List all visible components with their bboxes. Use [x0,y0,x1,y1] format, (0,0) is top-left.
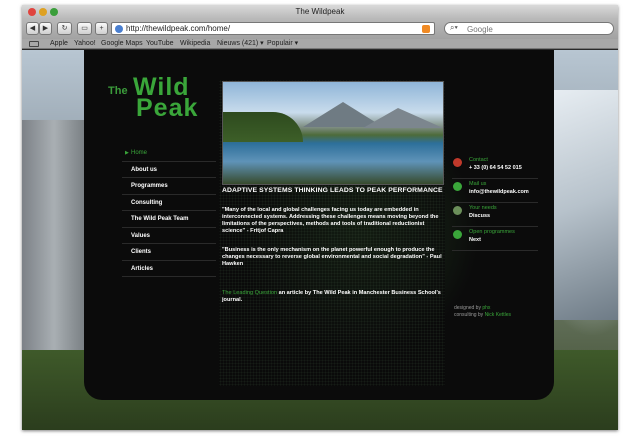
quote-hawken: "Business is the only mechanism on the p… [222,247,442,267]
arrow-right-icon: ▶ [125,150,129,156]
nav-item-programmes[interactable]: Programmes [122,178,216,195]
globe-icon [115,25,123,33]
nav-item-about-us[interactable]: About us [122,162,216,178]
plus-icon: + [99,25,104,32]
article-teaser: The Leading Question an article by The W… [222,290,445,304]
rss-icon[interactable] [422,25,430,33]
bookmark-nieuws[interactable]: Nieuws (421) ▾ [217,39,264,49]
person-icon [453,206,462,215]
article-link[interactable]: The Leading Question [222,290,277,296]
hero-mountain-2 [363,108,443,128]
bookmark-populair[interactable]: Populair ▾ [267,39,298,49]
contact-item-phone[interactable]: Contact + 33 (0) 64 54 52 015 [452,155,538,179]
web-page: The Wild Peak ▶ Home About us Programmes … [22,50,618,430]
browser-toolbar: ◀ ▶ ↻ ▭ + http://thewildpeak.com/home/ ⌕… [22,19,618,39]
credit-designer-link[interactable]: phx [482,305,490,311]
nav-item-values[interactable]: Values [122,228,216,244]
contact-item-mail[interactable]: Mail us info@thewildpeak.com [452,179,538,203]
url-text: http://thewildpeak.com/home/ [126,24,231,33]
site-credits: designed by phx consulting by Nick Kettl… [454,305,511,318]
mail-icon [453,182,462,191]
credit-consulting-by: consulting by [454,311,484,318]
phone-icon [453,158,462,167]
bookmarks-bar: Apple Yahoo! Google Maps YouTube Wikiped… [22,39,618,49]
add-bookmark-button[interactable]: + [95,22,108,35]
nav-item-team[interactable]: The Wild Peak Team [122,211,216,228]
nav-item-clients[interactable]: Clients [122,244,216,261]
contact-label: Your needs [469,205,497,211]
forward-button[interactable]: ▶ [39,22,52,35]
contact-item-needs[interactable]: Your needs Discuss [452,203,538,227]
logo-the: The [108,85,128,97]
logo-peak: Peak [136,94,199,122]
bookmark-google-maps[interactable]: Google Maps [101,39,143,49]
search-icon: ⌕▾ [450,23,458,32]
bookmark-yahoo[interactable]: Yahoo! [74,39,96,49]
quote-capra: "Many of the local and global challenges… [222,207,439,234]
search-field[interactable]: ⌕▾ [444,22,614,35]
contact-item-programmes[interactable]: Open programmes Next [452,227,538,251]
back-button[interactable]: ◀ [26,22,39,35]
main-nav: ▶ Home About us Programmes Consulting The… [122,145,216,277]
bookmark-youtube[interactable]: YouTube [146,39,174,49]
book-icon[interactable] [29,41,39,47]
nav-item-consulting[interactable]: Consulting [122,195,216,211]
contact-value: + 33 (0) 64 54 52 015 [469,165,522,171]
page-headline: ADAPTIVE SYSTEMS THINKING LEADS TO PEAK … [222,187,443,194]
reload-icon: ↻ [61,25,68,32]
calendar-icon [453,230,462,239]
window-button[interactable]: ▭ [77,22,92,35]
contact-sidebar: Contact + 33 (0) 64 54 52 015 Mail us in… [452,155,538,251]
title-bar: The Wildpeak [22,5,618,19]
site-logo[interactable]: The Wild Peak [108,73,208,125]
reload-button[interactable]: ↻ [57,22,72,35]
credit-consultant-link[interactable]: Nick Kettles [485,312,511,318]
bookmark-apple[interactable]: Apple [50,39,68,49]
window-icon: ▭ [81,25,88,32]
contact-value: Next [469,237,481,243]
contact-label: Mail us [469,181,487,187]
contact-label: Open programmes [469,229,515,235]
back-arrow-icon: ◀ [29,25,36,32]
credit-designed-by: designed by [454,305,481,311]
nav-item-home[interactable]: ▶ Home [122,145,216,162]
address-bar[interactable]: http://thewildpeak.com/home/ [111,22,435,35]
contact-value: info@thewildpeak.com [469,189,529,195]
hero-image [222,81,444,185]
contact-label: Contact [469,157,488,163]
hero-trees [223,112,303,142]
mountain-background [543,90,618,320]
browser-window: The Wildpeak ◀ ▶ ↻ ▭ + http://thewildpea… [22,5,618,430]
search-input[interactable] [467,24,607,34]
contact-value: Discuss [469,213,491,219]
nav-item-articles[interactable]: Articles [122,261,216,277]
bookmark-wikipedia[interactable]: Wikipedia [180,39,210,49]
forward-arrow-icon: ▶ [42,25,49,32]
window-title: The Wildpeak [295,7,345,16]
